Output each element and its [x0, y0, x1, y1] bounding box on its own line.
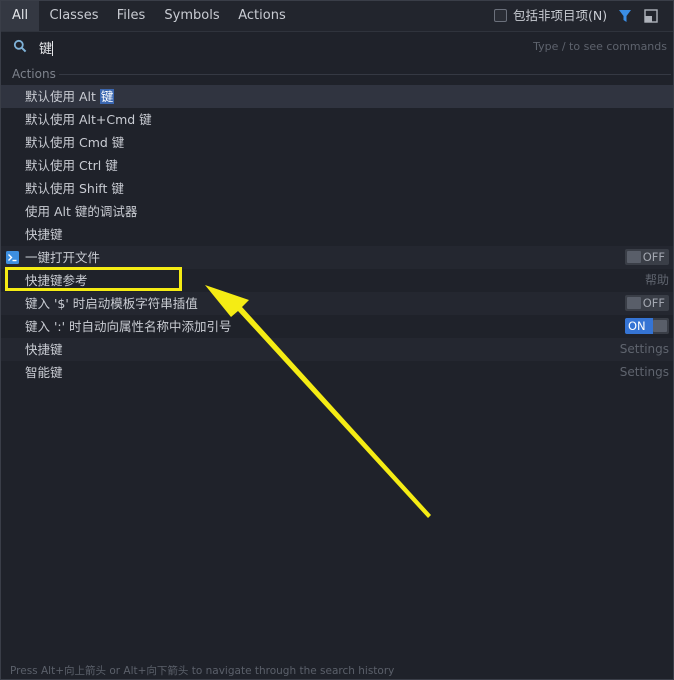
list-item-label: 默认使用 Alt+Cmd 键 [25, 112, 152, 127]
tab-classes[interactable]: Classes [41, 1, 107, 31]
search-hint: Type / to see commands [533, 40, 667, 53]
tab-files[interactable]: Files [109, 1, 153, 31]
filter-icon[interactable] [618, 9, 632, 23]
list-item-label: 智能键 [25, 365, 63, 380]
list-item[interactable]: 一键打开文件 OFF [1, 246, 673, 269]
text-caret [52, 41, 53, 56]
include-non-project-label[interactable]: 包括非项目项(N) [513, 1, 607, 31]
list-item-category: Settings [619, 342, 669, 356]
list-item[interactable]: 默认使用 Alt 键 [1, 85, 673, 108]
list-item-label: 一键打开文件 [25, 250, 101, 265]
terminal-icon [6, 251, 19, 264]
tab-actions[interactable]: Actions [232, 1, 292, 31]
list-item[interactable]: 默认使用 Alt+Cmd 键 [1, 108, 673, 131]
list-item[interactable]: 智能键 Settings [1, 361, 673, 384]
list-item[interactable]: 快捷键 Settings [1, 338, 673, 361]
list-item[interactable]: 默认使用 Cmd 键 [1, 131, 673, 154]
list-item[interactable]: 默认使用 Shift 键 [1, 177, 673, 200]
section-title: Actions [12, 67, 56, 81]
search-everywhere-popup: All Classes Files Symbols Actions 包括非项目项… [0, 0, 674, 680]
include-non-project-checkbox[interactable] [494, 9, 507, 22]
footer-hint: Press Alt+向上箭头 or Alt+向下箭头 to navigate t… [10, 665, 395, 677]
toggle-knob [627, 297, 641, 309]
section-header-actions: Actions [1, 63, 673, 85]
list-item[interactable]: 快捷键 [1, 223, 673, 246]
list-item-label: 快捷键 [25, 227, 63, 242]
list-item[interactable]: 默认使用 Ctrl 键 [1, 154, 673, 177]
list-item-label: 快捷键 [25, 342, 63, 357]
tab-bar: All Classes Files Symbols Actions 包括非项目项… [1, 1, 673, 32]
list-item-category: 帮助 [644, 273, 669, 287]
list-item-label: 默认使用 Shift 键 [25, 181, 124, 196]
tab-symbols[interactable]: Symbols [158, 1, 226, 31]
search-row: Type / to see commands [1, 32, 673, 61]
list-item-label: 默认使用 Alt 键 [25, 89, 115, 104]
list-item[interactable]: 使用 Alt 键的调试器 [1, 200, 673, 223]
toggle-knob [627, 251, 641, 263]
list-item-category: Settings [619, 365, 669, 379]
list-item-label: 键入 ':' 时自动向属性名称中添加引号 [25, 319, 232, 334]
annotation-highlight-box [5, 267, 182, 291]
toggle-state: OFF [642, 296, 665, 310]
tab-all[interactable]: All [1, 1, 39, 31]
toggle-switch[interactable]: OFF [625, 295, 669, 311]
list-item[interactable]: 键入 '$' 时启动模板字符串插值 OFF [1, 292, 673, 315]
toggle-switch[interactable]: OFF [625, 249, 669, 265]
toggle-state: ON [628, 319, 646, 333]
search-icon [13, 39, 27, 53]
section-divider [59, 74, 671, 75]
list-item-label: 默认使用 Cmd 键 [25, 135, 125, 150]
toggle-state: OFF [642, 250, 665, 264]
preview-panel-icon[interactable] [644, 9, 658, 23]
list-item-label: 键入 '$' 时启动模板字符串插值 [25, 296, 198, 311]
toggle-switch[interactable]: ON [625, 318, 669, 334]
toggle-knob [653, 320, 667, 332]
search-match-highlight: 键 [99, 89, 115, 104]
list-item[interactable]: 键入 ':' 时自动向属性名称中添加引号 ON [1, 315, 673, 338]
list-item-label: 使用 Alt 键的调试器 [25, 204, 138, 219]
list-item-label: 默认使用 Ctrl 键 [25, 158, 118, 173]
search-input[interactable] [39, 37, 339, 57]
